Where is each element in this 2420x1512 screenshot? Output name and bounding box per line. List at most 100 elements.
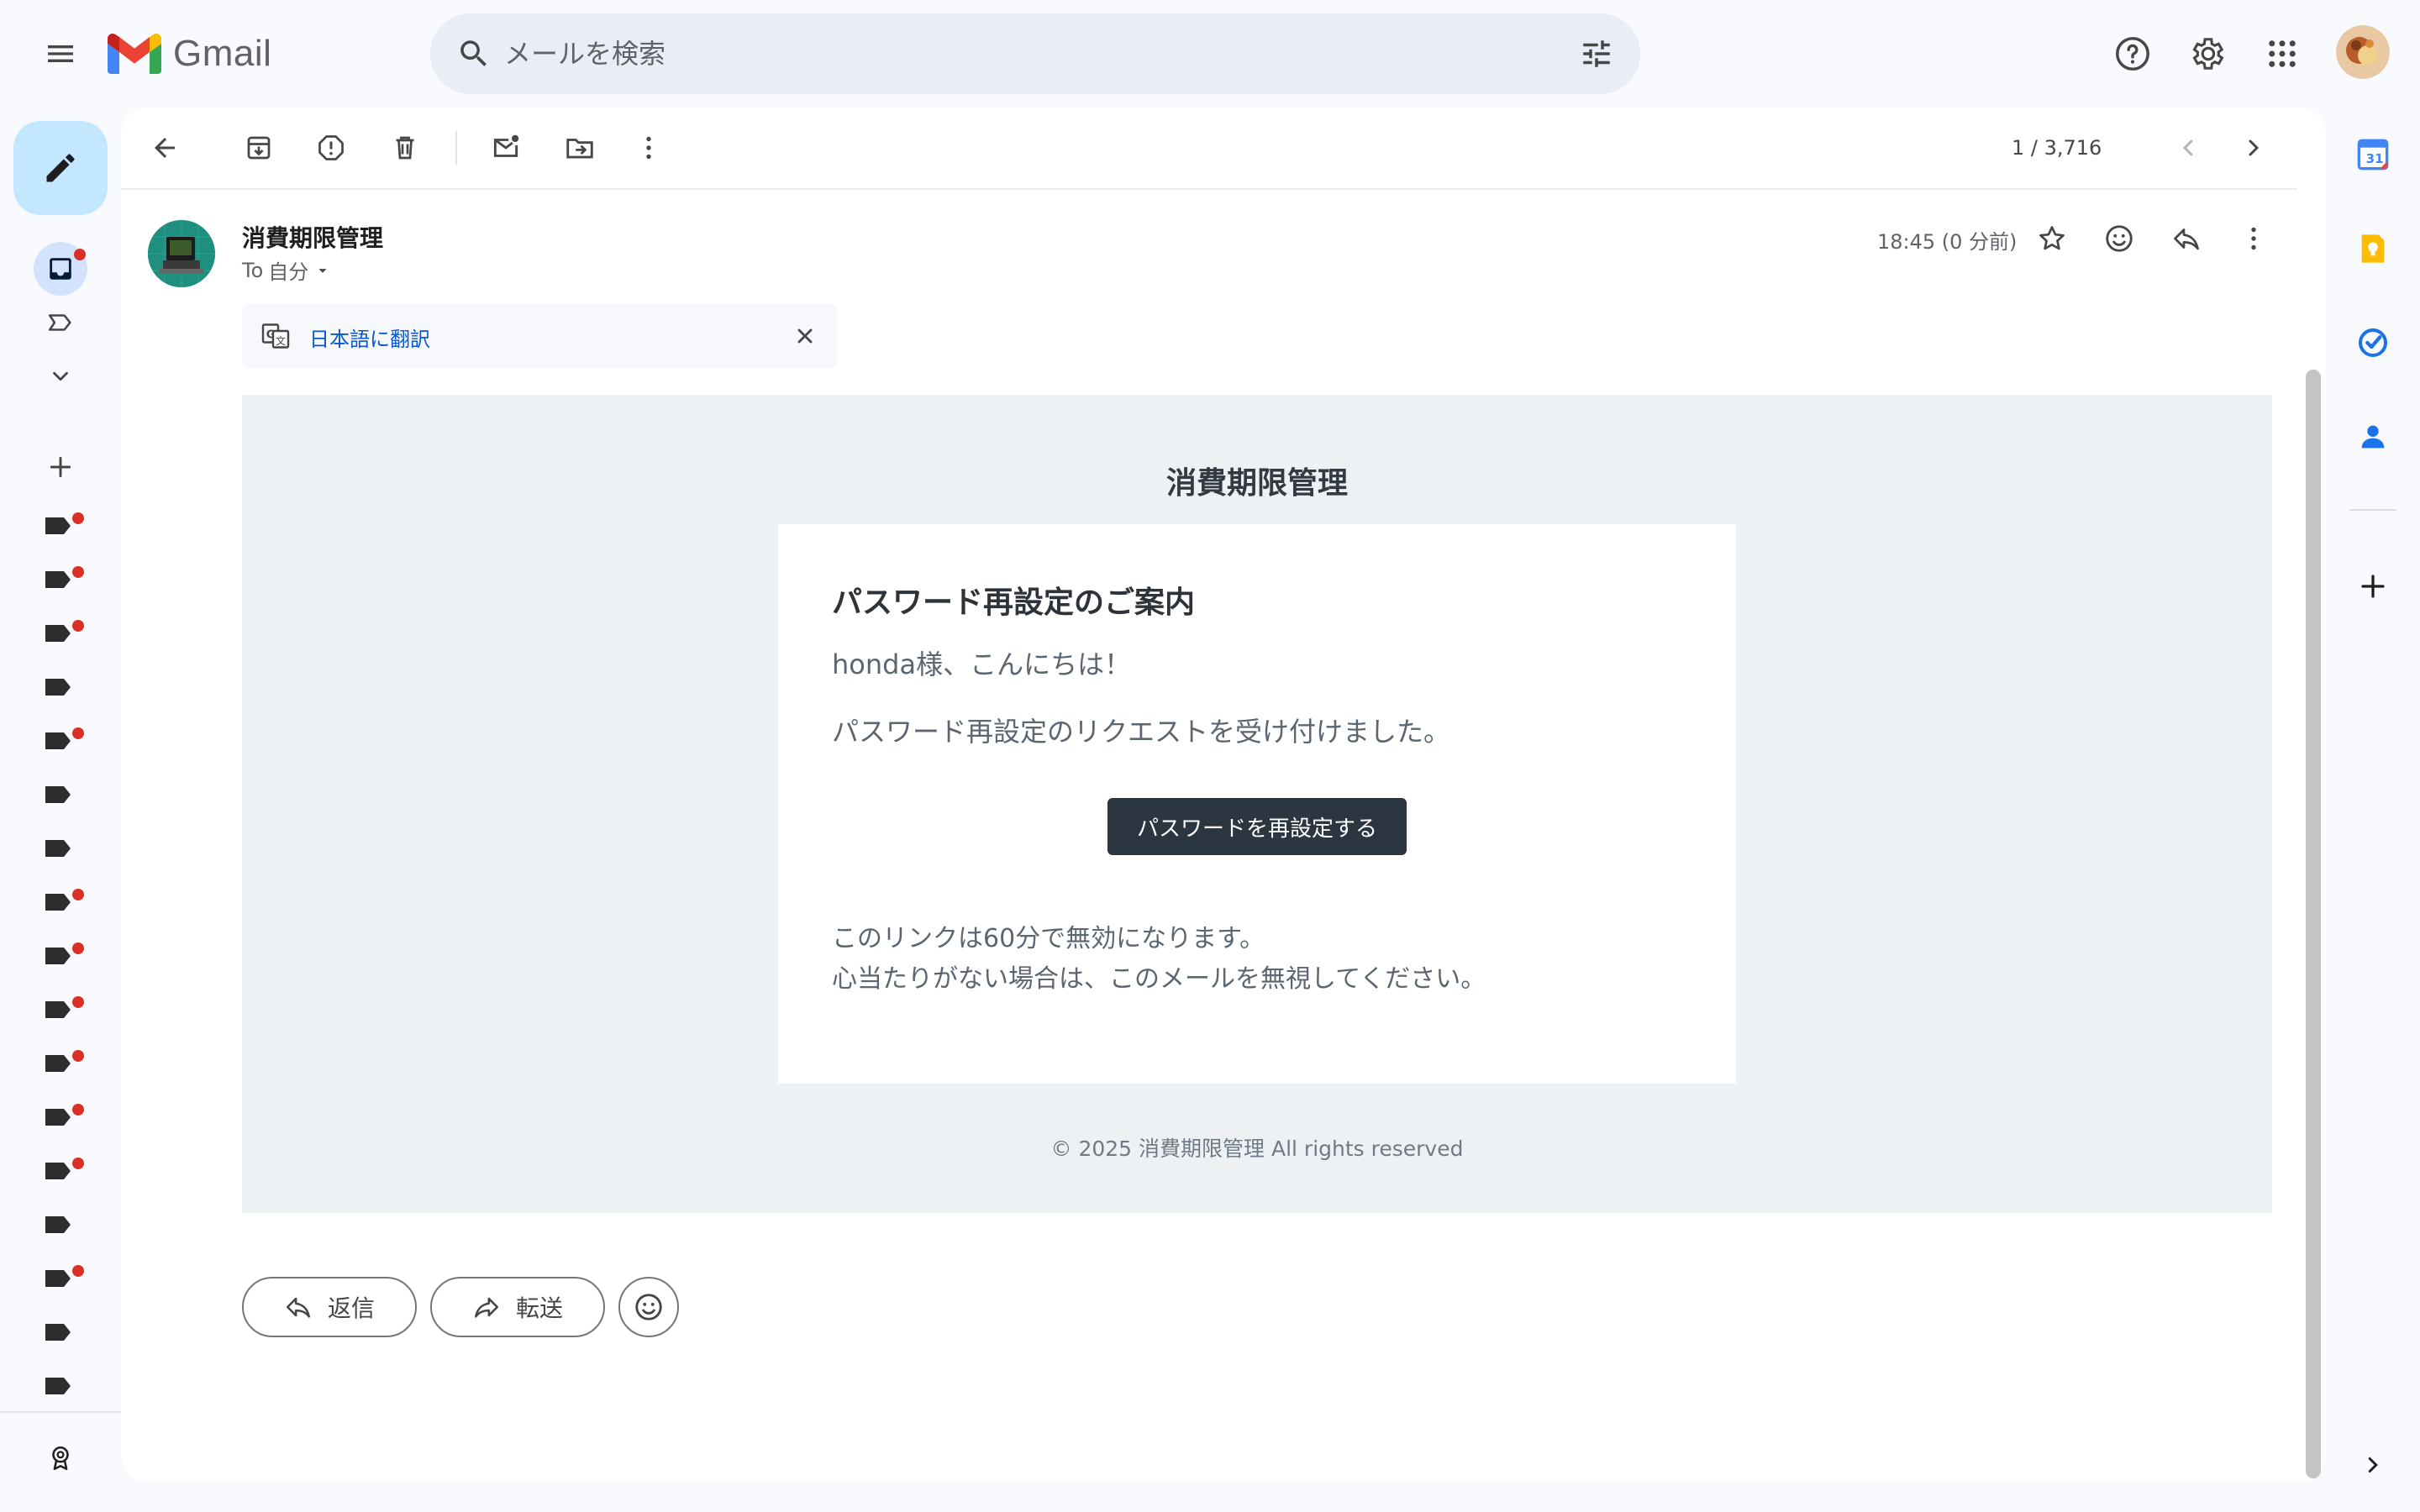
recipient-line[interactable]: To 自分	[242, 255, 332, 285]
more-nav-item[interactable]	[34, 349, 87, 403]
important-nav-item[interactable]	[34, 296, 87, 349]
unread-dot	[72, 566, 84, 578]
main-menu-button[interactable]	[30, 24, 91, 84]
forward-action-button[interactable]: 転送	[430, 1277, 605, 1337]
forward-label: 転送	[515, 1294, 563, 1322]
gmail-m-icon	[108, 34, 161, 74]
contacts-app-button[interactable]	[2349, 413, 2396, 460]
unread-dot	[72, 512, 84, 524]
hide-side-panel-button[interactable]	[2349, 1441, 2396, 1488]
label-item[interactable]	[44, 942, 84, 978]
tasks-icon	[2359, 328, 2387, 357]
label-item[interactable]	[44, 620, 84, 655]
reply-button[interactable]	[2161, 213, 2212, 264]
recipient-prefix: To	[242, 258, 264, 282]
calendar-icon: 31	[2357, 139, 2389, 171]
label-item[interactable]	[44, 837, 84, 870]
label-icon	[45, 1163, 71, 1179]
label-item[interactable]	[44, 675, 84, 709]
search-icon[interactable]	[450, 30, 497, 77]
sender-name[interactable]: 消費期限管理	[242, 220, 383, 254]
label-item[interactable]	[44, 1158, 84, 1193]
recipient-name: 自分	[268, 260, 309, 284]
more-actions-button[interactable]	[623, 123, 674, 173]
get-addons-button[interactable]	[2349, 563, 2396, 610]
search-input[interactable]	[504, 30, 1512, 77]
create-label-button[interactable]	[34, 440, 87, 494]
reset-password-button[interactable]: パスワードを再設定する	[1107, 798, 1407, 855]
compose-button[interactable]	[13, 121, 108, 215]
message-time: 18:45 (0 分前)	[1877, 230, 2018, 254]
label-icon	[45, 1324, 71, 1341]
unread-dot	[72, 727, 84, 739]
email-content: 消費期限管理 パスワード再設定のご案内 honda様、こんにちは！ パスワード再…	[242, 395, 2272, 1213]
back-button[interactable]	[139, 123, 190, 173]
trash-icon	[396, 136, 414, 160]
label-item[interactable]	[44, 783, 84, 816]
more-vert-icon	[2251, 227, 2256, 250]
upgrade-nav-item[interactable]	[34, 1431, 87, 1485]
delete-button[interactable]	[380, 123, 430, 173]
chevron-left-icon	[2182, 139, 2193, 156]
label-item[interactable]	[44, 889, 84, 924]
calendar-app-button[interactable]: 31	[2349, 131, 2396, 178]
label-icon	[45, 625, 71, 642]
label-item[interactable]	[44, 512, 84, 548]
caret-down-icon[interactable]	[313, 261, 332, 280]
mark-unread-button[interactable]	[481, 123, 531, 173]
label-item[interactable]	[44, 727, 84, 763]
tasks-app-button[interactable]	[2349, 319, 2396, 366]
label-item[interactable]	[44, 566, 84, 601]
label-item[interactable]	[44, 1213, 84, 1247]
unread-dot	[72, 942, 84, 954]
more-vert-icon	[646, 136, 651, 160]
plus-icon	[2361, 575, 2385, 598]
label-item[interactable]	[44, 1374, 84, 1408]
label-item[interactable]	[44, 1050, 84, 1085]
toolbar-divider-line	[121, 188, 2297, 190]
help-icon[interactable]	[2107, 29, 2158, 79]
unread-dot	[72, 1104, 84, 1116]
report-spam-button[interactable]	[306, 123, 356, 173]
chevron-right-icon	[2249, 139, 2260, 156]
sender-avatar[interactable]	[148, 220, 215, 287]
label-icon	[45, 679, 71, 696]
chevron-down-icon	[53, 371, 68, 381]
email-body-line: パスワード再設定のリクエストを受け付けました。	[832, 716, 1451, 748]
forward-icon	[474, 1297, 499, 1318]
newer-button[interactable]	[2163, 123, 2213, 173]
label-item[interactable]	[44, 996, 84, 1032]
add-reaction-button[interactable]	[2094, 213, 2144, 264]
close-icon	[797, 328, 813, 344]
pencil-icon	[46, 154, 75, 182]
archive-button[interactable]	[234, 123, 284, 173]
move-to-button[interactable]	[555, 123, 605, 173]
close-translate-button[interactable]	[788, 319, 822, 353]
translate-bar: G文 日本語に翻訳	[242, 304, 837, 368]
label-icon	[45, 1001, 71, 1018]
search-options-icon[interactable]	[1573, 30, 1620, 77]
gmail-logo[interactable]: Gmail	[108, 30, 271, 77]
label-item[interactable]	[44, 1320, 84, 1354]
svg-text:31: 31	[2366, 151, 2384, 166]
reply-action-button[interactable]: 返信	[242, 1277, 417, 1337]
account-avatar[interactable]	[2336, 25, 2390, 79]
inbox-icon	[50, 258, 71, 280]
top-bar: Gmail	[0, 0, 2420, 108]
translate-link[interactable]: 日本語に翻訳	[309, 323, 430, 352]
apps-grid-icon[interactable]	[2257, 29, 2307, 79]
settings-gear-icon[interactable]	[2181, 29, 2232, 79]
emoji-icon	[635, 1294, 662, 1320]
label-item[interactable]	[44, 1265, 84, 1300]
label-icon	[45, 1216, 71, 1233]
emoji-reaction-button[interactable]	[618, 1277, 679, 1337]
star-button[interactable]	[2027, 213, 2077, 264]
email-brand-header: 消費期限管理	[1165, 466, 1348, 501]
keep-app-button[interactable]	[2349, 225, 2396, 272]
label-item[interactable]	[44, 1104, 84, 1139]
scrollbar[interactable]	[2306, 370, 2321, 1478]
older-button[interactable]	[2228, 123, 2279, 173]
sender-avatar-image	[148, 220, 215, 287]
email-ignore-note: 心当たりがない場合は、このメールを無視してください。	[832, 964, 1486, 994]
message-more-button[interactable]	[2228, 213, 2279, 264]
